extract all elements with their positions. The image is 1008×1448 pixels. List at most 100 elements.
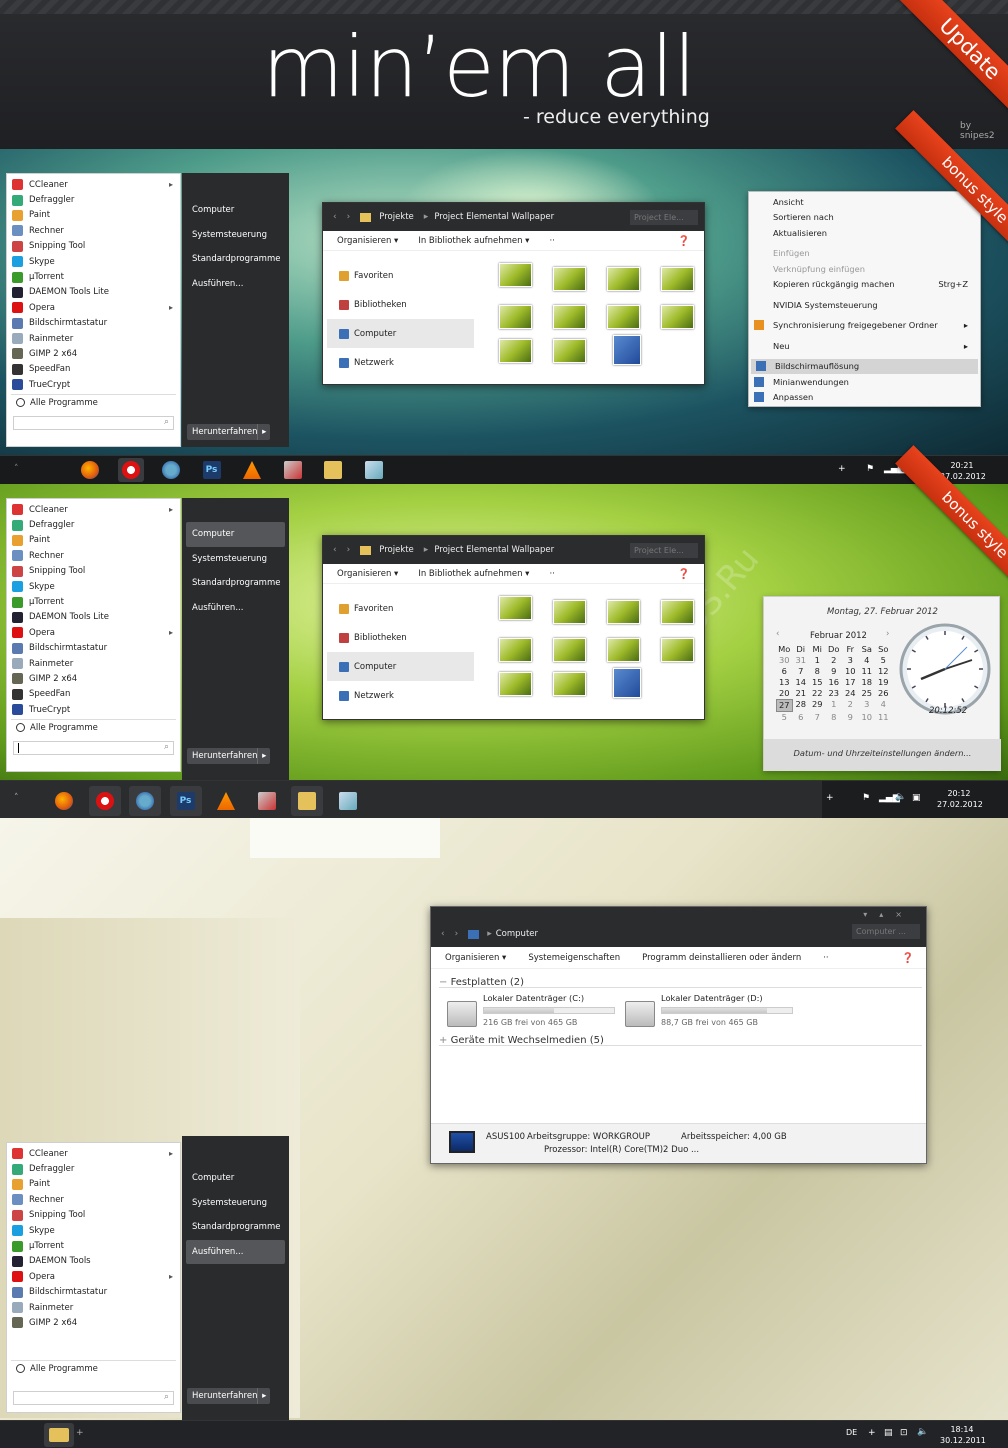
- calendar-day[interactable]: 12: [875, 666, 892, 677]
- back-button[interactable]: ‹: [441, 929, 445, 939]
- start-item-rainmeter[interactable]: Rainmeter: [7, 331, 180, 346]
- tray-flag-icon[interactable]: ⚑: [866, 464, 874, 474]
- start-item-opera[interactable]: Opera ▸: [7, 1269, 180, 1284]
- calendar-day[interactable]: 26: [875, 688, 892, 699]
- library-button[interactable]: In Bibliothek aufnehmen ▾: [418, 569, 529, 579]
- calendar-day[interactable]: 1: [809, 655, 826, 666]
- start-search-input-2[interactable]: ⌕: [13, 741, 174, 756]
- taskbar-explorer-icon[interactable]: [320, 458, 346, 482]
- calendar-day[interactable]: 28: [793, 699, 810, 712]
- start-item-daemon-tools-lite[interactable]: DAEMON Tools Lite: [7, 610, 180, 625]
- tray-volume-icon[interactable]: 🔈: [917, 1427, 928, 1437]
- forward-button[interactable]: ›: [455, 929, 459, 939]
- explorer-search-input[interactable]: Project Ele...: [630, 542, 698, 558]
- system-properties-button[interactable]: Systemeigenschaften: [528, 953, 620, 963]
- start-item-defraggler[interactable]: Defraggler: [7, 192, 180, 207]
- calendar-day[interactable]: 6: [793, 712, 810, 723]
- help-icon[interactable]: ❓: [678, 569, 690, 580]
- shutdown-button[interactable]: Herunterfahren ▸: [187, 424, 270, 440]
- start-item-bildschirmtastatur[interactable]: Bildschirmtastatur: [7, 1285, 180, 1300]
- start-item-gimp-2-x64[interactable]: GIMP 2 x64: [7, 671, 180, 686]
- calendar-day[interactable]: 19: [875, 677, 892, 688]
- start-link-systemsteuerung[interactable]: Systemsteuerung: [186, 547, 285, 572]
- start-item-ccleaner[interactable]: CCleaner ▸: [7, 1146, 180, 1161]
- context-item-verkn-pfung-einf-gen[interactable]: Verknüpfung einfügen: [749, 261, 980, 277]
- context-item-minianwendungen[interactable]: Minianwendungen: [749, 374, 980, 390]
- taskbar-itunes-icon[interactable]: [129, 786, 161, 816]
- start-item-paint[interactable]: Paint: [7, 208, 180, 223]
- start-search-input-3[interactable]: ⌕: [13, 1391, 174, 1405]
- start-item-snipping-tool[interactable]: Snipping Tool: [7, 564, 180, 579]
- calendar-day[interactable]: 24: [842, 688, 859, 699]
- calendar-day[interactable]: 23: [826, 688, 843, 699]
- taskbar-photoshop-icon[interactable]: Ps: [199, 458, 225, 482]
- taskbar-opera-icon[interactable]: [88, 786, 121, 816]
- help-icon[interactable]: ❓: [902, 953, 914, 964]
- nav-favoriten[interactable]: Favoriten: [323, 261, 478, 290]
- breadcrumb-projekte[interactable]: Projekte: [379, 212, 414, 222]
- more-button[interactable]: ··: [823, 953, 828, 963]
- forward-button[interactable]: ›: [347, 545, 351, 555]
- library-button[interactable]: In Bibliothek aufnehmen ▾: [418, 236, 529, 246]
- taskbar-firefox-icon[interactable]: [77, 458, 103, 482]
- all-programs-item-3[interactable]: Alle Programme: [11, 1360, 176, 1376]
- start-item-rechner[interactable]: Rechner: [7, 223, 180, 238]
- calendar-day[interactable]: 9: [826, 666, 843, 677]
- start-item-bildschirmtastatur[interactable]: Bildschirmtastatur: [7, 316, 180, 331]
- calendar-day[interactable]: 31: [793, 655, 810, 666]
- start-item-torrent[interactable]: µTorrent: [7, 269, 180, 284]
- tray-volume-icon[interactable]: 🔈: [895, 792, 906, 802]
- start-item-rechner[interactable]: Rechner: [7, 1192, 180, 1207]
- image-thumbnail[interactable]: [553, 600, 586, 624]
- image-thumbnail[interactable]: [499, 305, 532, 329]
- image-thumbnail[interactable]: [613, 668, 641, 698]
- calendar-day[interactable]: 3: [859, 699, 876, 712]
- image-thumbnail[interactable]: [661, 600, 694, 624]
- start-item-rainmeter[interactable]: Rainmeter: [7, 656, 180, 671]
- shutdown-options-arrow[interactable]: ▸: [257, 1388, 270, 1404]
- start-link-standardprogramme[interactable]: Standardprogramme: [186, 1215, 285, 1240]
- calendar-day[interactable]: 7: [793, 666, 810, 677]
- context-item-bildschirmaufl-sung[interactable]: Bildschirmauflösung: [751, 358, 978, 374]
- calendar-day[interactable]: 20: [776, 688, 793, 699]
- back-button[interactable]: ‹: [333, 545, 337, 555]
- date-settings-link[interactable]: Datum- und Uhrzeiteinstellungen ändern..…: [764, 739, 1001, 771]
- taskbar-photoshop-icon[interactable]: Ps: [169, 786, 202, 816]
- context-item-aktualisieren[interactable]: Aktualisieren: [749, 225, 980, 241]
- uninstall-button[interactable]: Programm deinstallieren oder ändern: [642, 953, 801, 963]
- nav-favoriten[interactable]: Favoriten: [323, 594, 478, 623]
- taskbar-vlc-icon[interactable]: [239, 458, 265, 482]
- nav-netzwerk[interactable]: Netzwerk: [323, 348, 478, 377]
- start-item-opera[interactable]: Opera ▸: [7, 625, 180, 640]
- calendar-day[interactable]: 4: [875, 699, 892, 712]
- start-link-systemsteuerung[interactable]: Systemsteuerung: [186, 1191, 285, 1216]
- back-button[interactable]: ‹: [333, 212, 337, 222]
- calendar-day[interactable]: 16: [826, 677, 843, 688]
- taskbar-plus-icon[interactable]: +: [76, 1428, 84, 1438]
- calendar-day[interactable]: 29: [809, 699, 826, 712]
- image-thumbnail[interactable]: [661, 267, 694, 291]
- taskbar-clock-3[interactable]: 18:14 30.12.2011: [940, 1424, 986, 1446]
- context-item-sortieren-nach[interactable]: Sortieren nach: [749, 210, 980, 226]
- start-item-skype[interactable]: Skype: [7, 1223, 180, 1238]
- calendar-day[interactable]: 8: [826, 712, 843, 723]
- shutdown-options-arrow[interactable]: ▸: [257, 748, 270, 764]
- calendar-day[interactable]: 17: [842, 677, 859, 688]
- tray-network-icon[interactable]: ⊡: [900, 1428, 908, 1438]
- start-item-gimp-2-x64[interactable]: GIMP 2 x64: [7, 346, 180, 361]
- taskbar-vlc-icon[interactable]: [210, 786, 242, 816]
- image-thumbnail[interactable]: [553, 638, 586, 662]
- start-item-speedfan[interactable]: SpeedFan: [7, 687, 180, 702]
- calendar-day[interactable]: 18: [859, 677, 876, 688]
- calendar-day[interactable]: 2: [826, 655, 843, 666]
- start-item-defraggler[interactable]: Defraggler: [7, 1161, 180, 1176]
- image-thumbnail[interactable]: [553, 339, 586, 363]
- calendar-day[interactable]: 21: [793, 688, 810, 699]
- more-button[interactable]: ··: [549, 236, 554, 246]
- context-item-nvidia-systemsteuerung[interactable]: NVIDIA Systemsteuerung: [749, 297, 980, 313]
- start-link-standardprogramme[interactable]: Standardprogramme: [186, 571, 285, 596]
- start-item-skype[interactable]: Skype: [7, 254, 180, 269]
- image-thumbnail[interactable]: [553, 672, 586, 696]
- start-link-systemsteuerung[interactable]: Systemsteuerung: [186, 223, 285, 248]
- tray-usb-icon[interactable]: ▤: [884, 1428, 893, 1438]
